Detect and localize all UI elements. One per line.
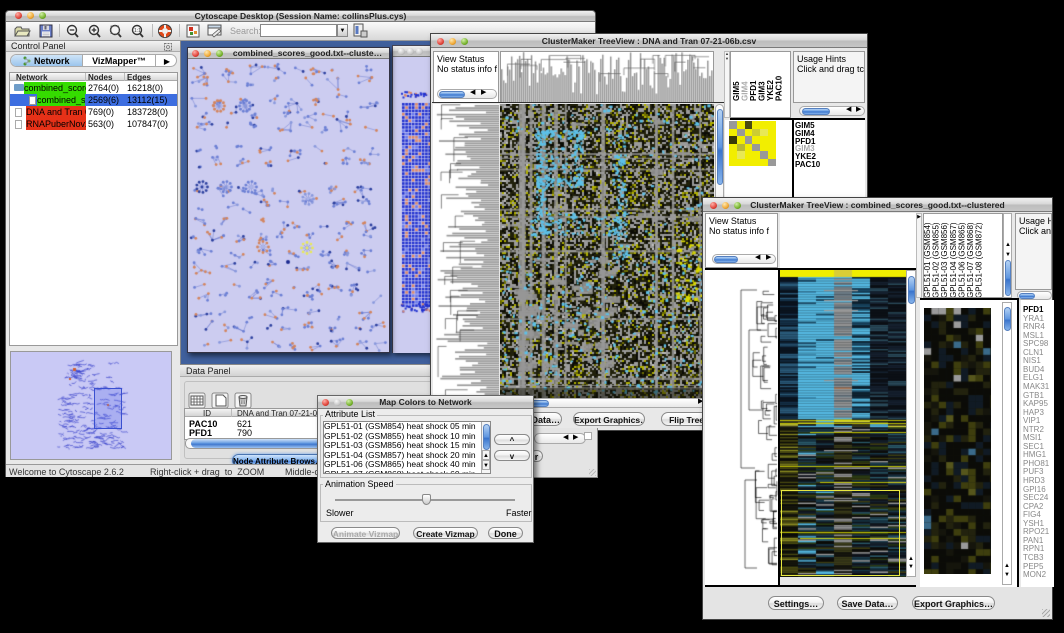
svg-text:GPL51-08 (GSM872): GPL51-08 (GSM872) — [975, 222, 984, 298]
svg-text:PAC10: PAC10 — [775, 75, 784, 101]
svg-text:1:1: 1:1 — [134, 28, 141, 34]
